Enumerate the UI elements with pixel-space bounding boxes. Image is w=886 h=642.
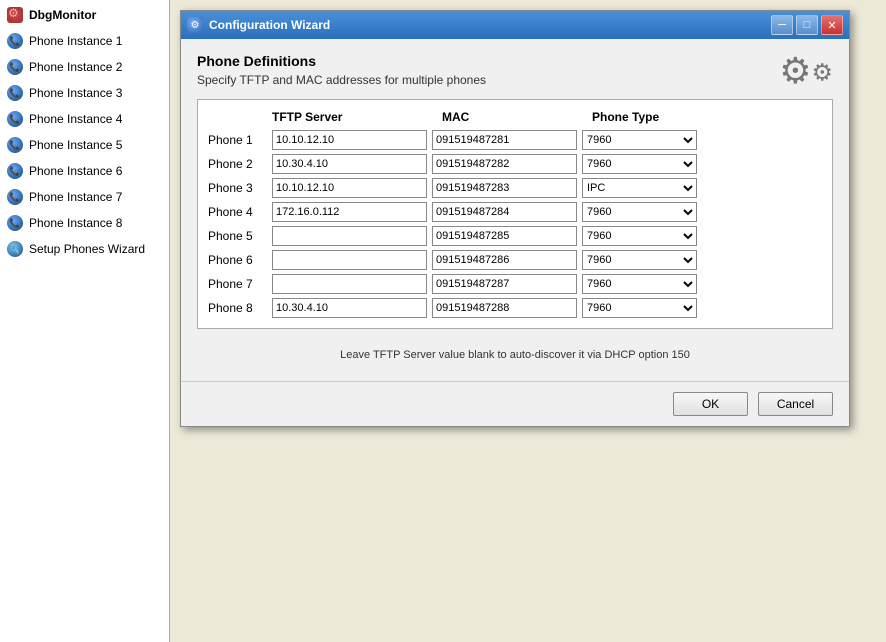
type-select-5[interactable]: 7960IPC79407970 xyxy=(582,226,697,246)
sidebar-item-phone-3[interactable]: 📞 Phone Instance 3 xyxy=(0,80,169,106)
sidebar: DbgMonitor 📞 Phone Instance 1 📞 Phone In… xyxy=(0,0,170,642)
sidebar-label-4: Phone Instance 4 xyxy=(29,112,122,126)
sidebar-item-phone-5[interactable]: 📞 Phone Instance 5 xyxy=(0,132,169,158)
col-header-type: Phone Type xyxy=(582,110,702,124)
sidebar-label-6: Phone Instance 6 xyxy=(29,164,122,178)
phone-icon-4: 📞 xyxy=(6,110,24,128)
type-select-8[interactable]: 7960IPC79407970 xyxy=(582,298,697,318)
phone-label-2: Phone 2 xyxy=(208,157,272,171)
sidebar-wizard-label: Setup Phones Wizard xyxy=(29,242,145,256)
phone-row-8: Phone 8 7960IPC79407970 xyxy=(208,298,822,318)
sidebar-label-3: Phone Instance 3 xyxy=(29,86,122,100)
type-select-7[interactable]: 7960IPC79407970 xyxy=(582,274,697,294)
phone-icon-5: 📞 xyxy=(6,136,24,154)
sidebar-item-setup-wizard[interactable]: 🔧 Setup Phones Wizard xyxy=(0,236,169,262)
header-text: Phone Definitions Specify TFTP and MAC a… xyxy=(197,53,769,87)
type-select-6[interactable]: 7960IPC79407970 xyxy=(582,250,697,270)
phone-label-3: Phone 3 xyxy=(208,181,272,195)
phone-label-1: Phone 1 xyxy=(208,133,272,147)
sidebar-app-title: DbgMonitor xyxy=(29,8,96,22)
tftp-input-8[interactable] xyxy=(272,298,427,318)
mac-input-8[interactable] xyxy=(432,298,577,318)
sidebar-label-1: Phone Instance 1 xyxy=(29,34,122,48)
cancel-button[interactable]: Cancel xyxy=(758,392,833,416)
sidebar-item-dbgmonitor[interactable]: DbgMonitor xyxy=(0,2,169,28)
phone-row-2: Phone 2 7960IPC79407970 xyxy=(208,154,822,174)
phone-row-5: Phone 5 7960IPC79407970 xyxy=(208,226,822,246)
phone-icon-6: 📞 xyxy=(6,162,24,180)
tftp-input-2[interactable] xyxy=(272,154,427,174)
mac-input-3[interactable] xyxy=(432,178,577,198)
mac-input-4[interactable] xyxy=(432,202,577,222)
tftp-input-7[interactable] xyxy=(272,274,427,294)
sidebar-item-phone-6[interactable]: 📞 Phone Instance 6 xyxy=(0,158,169,184)
mac-input-5[interactable] xyxy=(432,226,577,246)
type-select-4[interactable]: 7960IPC79407970 xyxy=(582,202,697,222)
phone-label-4: Phone 4 xyxy=(208,205,272,219)
phone-rows: Phone 1 7960IPC79407970 Phone 2 7960IPC7940… xyxy=(208,130,822,318)
phone-label-5: Phone 5 xyxy=(208,229,272,243)
mac-input-2[interactable] xyxy=(432,154,577,174)
tftp-input-5[interactable] xyxy=(272,226,427,246)
phone-label-6: Phone 6 xyxy=(208,253,272,267)
sidebar-label-7: Phone Instance 7 xyxy=(29,190,122,204)
phone-label-8: Phone 8 xyxy=(208,301,272,315)
type-select-3[interactable]: 7960IPC79407970 xyxy=(582,178,697,198)
dialog-title: Configuration Wizard xyxy=(209,18,768,32)
phone-icon-8: 📞 xyxy=(6,214,24,232)
dbg-icon xyxy=(6,6,24,24)
mac-input-7[interactable] xyxy=(432,274,577,294)
phone-row-3: Phone 3 7960IPC79407970 xyxy=(208,178,822,198)
phone-table: TFTP Server MAC Phone Type Phone 1 7960IP… xyxy=(197,99,833,329)
sidebar-item-phone-1[interactable]: 📞 Phone Instance 1 xyxy=(0,28,169,54)
section-subtitle: Specify TFTP and MAC addresses for multi… xyxy=(197,73,769,87)
sidebar-item-phone-2[interactable]: 📞 Phone Instance 2 xyxy=(0,54,169,80)
phone-icon-1: 📞 xyxy=(6,32,24,50)
tftp-input-4[interactable] xyxy=(272,202,427,222)
phone-row-1: Phone 1 7960IPC79407970 xyxy=(208,130,822,150)
maximize-button[interactable]: □ xyxy=(796,15,818,35)
col-header-mac: MAC xyxy=(432,110,582,124)
sidebar-item-phone-4[interactable]: 📞 Phone Instance 4 xyxy=(0,106,169,132)
gear-decoration-icon: ⚙⚙ xyxy=(779,53,833,89)
mac-input-6[interactable] xyxy=(432,250,577,270)
wizard-icon: 🔧 xyxy=(6,240,24,258)
tftp-input-3[interactable] xyxy=(272,178,427,198)
title-bar: ⚙ Configuration Wizard ─ □ ✕ xyxy=(181,11,849,39)
section-title: Phone Definitions xyxy=(197,53,769,69)
ok-button[interactable]: OK xyxy=(673,392,748,416)
main-area: ⚙ Configuration Wizard ─ □ ✕ Phone Defin… xyxy=(170,0,886,642)
sidebar-item-phone-7[interactable]: 📞 Phone Instance 7 xyxy=(0,184,169,210)
sidebar-label-2: Phone Instance 2 xyxy=(29,60,122,74)
phone-icon-7: 📞 xyxy=(6,188,24,206)
phone-row-6: Phone 6 7960IPC79407970 xyxy=(208,250,822,270)
col-header-tftp: TFTP Server xyxy=(272,110,432,124)
phone-row-7: Phone 7 7960IPC79407970 xyxy=(208,274,822,294)
sidebar-label-8: Phone Instance 8 xyxy=(29,216,122,230)
sidebar-item-phone-8[interactable]: 📞 Phone Instance 8 xyxy=(0,210,169,236)
hint-text: Leave TFTP Server value blank to auto-di… xyxy=(197,343,833,367)
mac-input-1[interactable] xyxy=(432,130,577,150)
type-select-2[interactable]: 7960IPC79407970 xyxy=(582,154,697,174)
dialog-footer: OK Cancel xyxy=(181,381,849,426)
tftp-input-6[interactable] xyxy=(272,250,427,270)
dialog-content: Phone Definitions Specify TFTP and MAC a… xyxy=(181,39,849,381)
phone-label-7: Phone 7 xyxy=(208,277,272,291)
phone-icon-3: 📞 xyxy=(6,84,24,102)
phone-row-4: Phone 4 7960IPC79407970 xyxy=(208,202,822,222)
type-select-1[interactable]: 7960IPC79407970 xyxy=(582,130,697,150)
table-header: TFTP Server MAC Phone Type xyxy=(208,110,822,124)
sidebar-label-5: Phone Instance 5 xyxy=(29,138,122,152)
close-button[interactable]: ✕ xyxy=(821,15,843,35)
dialog-icon: ⚙ xyxy=(187,17,203,33)
minimize-button[interactable]: ─ xyxy=(771,15,793,35)
phone-icon-2: 📞 xyxy=(6,58,24,76)
phone-definitions-header: Phone Definitions Specify TFTP and MAC a… xyxy=(197,53,833,89)
configuration-dialog: ⚙ Configuration Wizard ─ □ ✕ Phone Defin… xyxy=(180,10,850,427)
tftp-input-1[interactable] xyxy=(272,130,427,150)
